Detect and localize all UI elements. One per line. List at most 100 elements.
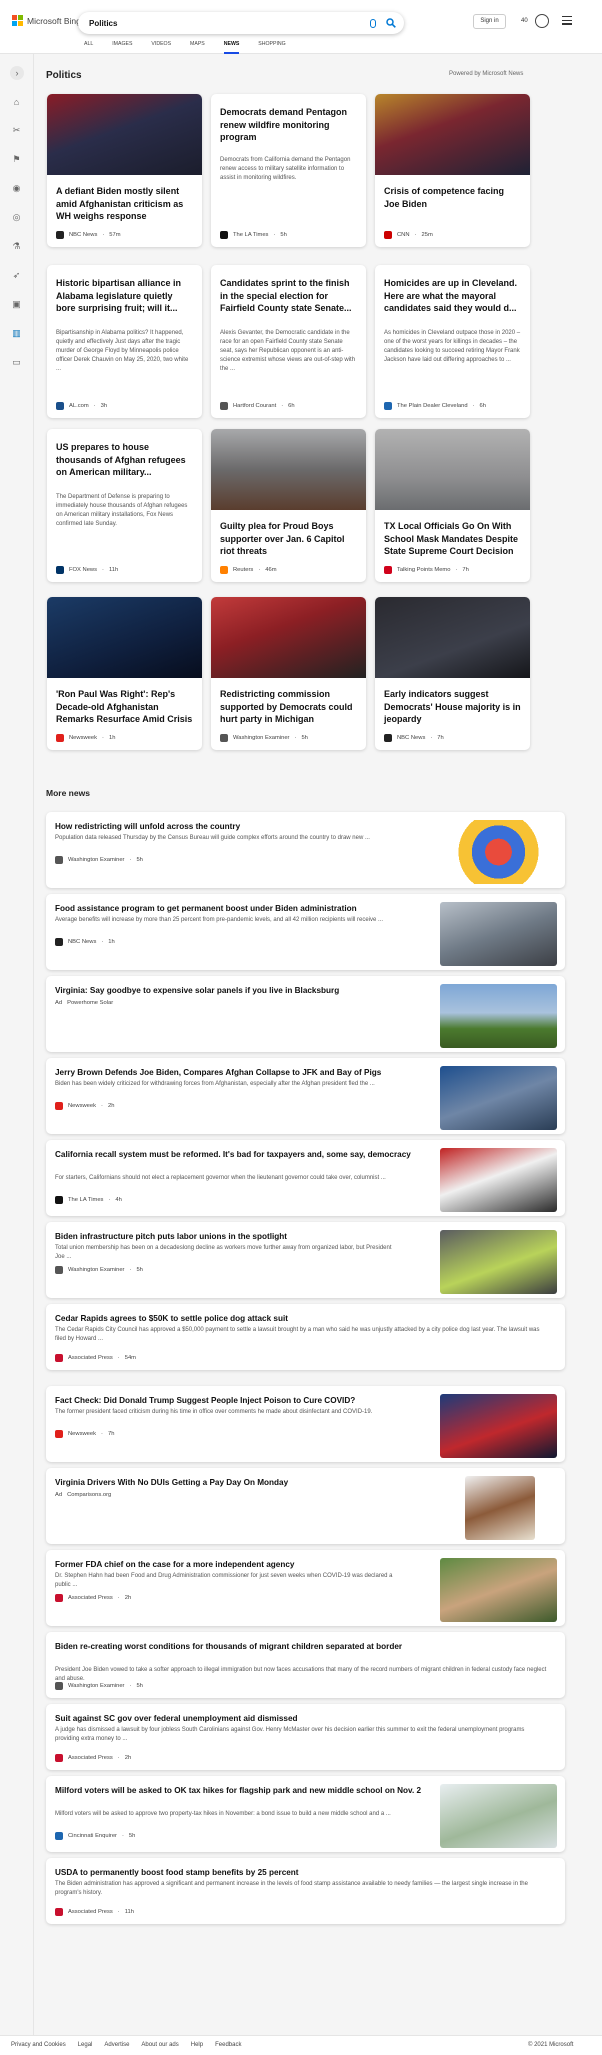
- news-card[interactable]: Homicides are up in Cleveland. Here are …: [375, 265, 530, 418]
- news-headline[interactable]: 'Ron Paul Was Right': Rep's Decade-old A…: [47, 688, 202, 726]
- news-source[interactable]: Washington Examiner · 5h: [55, 1266, 143, 1274]
- news-headline[interactable]: Virginia: Say goodbye to expensive solar…: [55, 985, 425, 997]
- rocket-icon[interactable]: ➶: [11, 270, 22, 281]
- news-headline[interactable]: Milford voters will be asked to OK tax h…: [55, 1785, 425, 1797]
- tab-maps[interactable]: MAPS: [190, 41, 205, 54]
- news-source[interactable]: AL.com · 3h: [56, 402, 107, 410]
- news-source[interactable]: Associated Press · 11h: [55, 1908, 134, 1916]
- news-thumbnail[interactable]: [440, 1230, 557, 1294]
- news-image[interactable]: [211, 597, 366, 678]
- more-news-item[interactable]: How redistricting will unfold across the…: [46, 812, 565, 888]
- more-news-item[interactable]: Food assistance program to get permanent…: [46, 894, 565, 970]
- news-source[interactable]: The Plain Dealer Cleveland · 6h: [384, 402, 486, 410]
- news-thumbnail[interactable]: [440, 1148, 557, 1212]
- news-card[interactable]: Redistricting commission supported by De…: [211, 597, 366, 750]
- news-headline[interactable]: Suit against SC gov over federal unemplo…: [55, 1713, 425, 1725]
- news-source[interactable]: Associated Press · 2h: [55, 1754, 131, 1762]
- news-source[interactable]: The LA Times · 5h: [220, 231, 287, 239]
- chevron-right-icon[interactable]: ›: [10, 66, 24, 80]
- more-news-item[interactable]: Former FDA chief on the case for a more …: [46, 1550, 565, 1626]
- sign-in-button[interactable]: Sign in: [473, 14, 506, 29]
- news-image[interactable]: [375, 597, 530, 678]
- news-thumbnail[interactable]: [440, 984, 557, 1048]
- bing-logo[interactable]: Microsoft Bing: [12, 15, 81, 26]
- news-source[interactable]: NBC News · 57m: [56, 231, 121, 239]
- news-headline[interactable]: Candidates sprint to the finish in the s…: [211, 277, 366, 315]
- news-thumbnail[interactable]: [465, 1476, 535, 1540]
- news-image[interactable]: [47, 94, 202, 175]
- news-headline[interactable]: Fact Check: Did Donald Trump Suggest Peo…: [55, 1395, 425, 1407]
- more-news-item[interactable]: Suit against SC gov over federal unemplo…: [46, 1704, 565, 1770]
- news-headline[interactable]: Early indicators suggest Democrats' Hous…: [375, 688, 530, 726]
- news-source[interactable]: Cincinnati Enquirer · 5h: [55, 1832, 135, 1840]
- search-input[interactable]: Politics: [78, 19, 370, 28]
- news-headline[interactable]: Former FDA chief on the case for a more …: [55, 1559, 425, 1571]
- building-icon[interactable]: ▥: [11, 328, 22, 339]
- more-news-item[interactable]: Fact Check: Did Donald Trump Suggest Peo…: [46, 1386, 565, 1462]
- news-headline[interactable]: Virginia Drivers With No DUIs Getting a …: [55, 1477, 425, 1489]
- footer-link[interactable]: Advertise: [104, 2042, 129, 2048]
- news-card[interactable]: US prepares to house thousands of Afghan…: [47, 429, 202, 582]
- rewards-icon[interactable]: [535, 14, 549, 28]
- news-thumbnail[interactable]: [440, 1066, 557, 1130]
- more-news-item[interactable]: California recall system must be reforme…: [46, 1140, 565, 1216]
- news-card[interactable]: TX Local Officials Go On With School Mas…: [375, 429, 530, 582]
- news-headline[interactable]: Historic bipartisan alliance in Alabama …: [47, 277, 202, 315]
- tab-all[interactable]: ALL: [84, 41, 93, 54]
- news-source[interactable]: Talking Points Memo · 7h: [384, 566, 469, 574]
- news-source[interactable]: Washington Examiner · 5h: [220, 734, 308, 742]
- news-card[interactable]: Early indicators suggest Democrats' Hous…: [375, 597, 530, 750]
- more-news-item[interactable]: USDA to permanently boost food stamp ben…: [46, 1858, 565, 1924]
- search-icon[interactable]: [386, 18, 396, 28]
- tools-icon[interactable]: ✂: [11, 125, 22, 136]
- news-headline[interactable]: How redistricting will unfold across the…: [55, 821, 425, 833]
- news-headline[interactable]: Crisis of competence facing Joe Biden: [375, 185, 530, 210]
- news-headline[interactable]: USDA to permanently boost food stamp ben…: [55, 1867, 425, 1879]
- more-news-item[interactable]: Virginia Drivers With No DUIs Getting a …: [46, 1468, 565, 1544]
- tab-videos[interactable]: VIDEOS: [151, 41, 171, 54]
- home-icon[interactable]: ⌂: [11, 96, 22, 107]
- news-source[interactable]: Newsweek · 1h: [56, 734, 115, 742]
- news-card[interactable]: Historic bipartisan alliance in Alabama …: [47, 265, 202, 418]
- news-headline[interactable]: Jerry Brown Defends Joe Biden, Compares …: [55, 1067, 425, 1079]
- footer-link[interactable]: Help: [191, 2042, 203, 2048]
- news-card[interactable]: 'Ron Paul Was Right': Rep's Decade-old A…: [47, 597, 202, 750]
- globe-icon[interactable]: ◎: [11, 212, 22, 223]
- news-headline[interactable]: Homicides are up in Cleveland. Here are …: [375, 277, 530, 315]
- news-headline[interactable]: TX Local Officials Go On With School Mas…: [375, 520, 530, 558]
- more-news-item[interactable]: Jerry Brown Defends Joe Biden, Compares …: [46, 1058, 565, 1134]
- news-card[interactable]: Candidates sprint to the finish in the s…: [211, 265, 366, 418]
- ad-source[interactable]: Ad Powerhome Solar: [55, 1000, 113, 1006]
- footer-link[interactable]: Legal: [78, 2042, 93, 2048]
- news-source[interactable]: Associated Press · 2h: [55, 1594, 131, 1602]
- more-news-item[interactable]: Milford voters will be asked to OK tax h…: [46, 1776, 565, 1852]
- news-headline[interactable]: US prepares to house thousands of Afghan…: [47, 441, 202, 479]
- news-headline[interactable]: Biden infrastructure pitch puts labor un…: [55, 1231, 425, 1243]
- menu-icon[interactable]: [562, 16, 572, 27]
- news-source[interactable]: NBC News · 7h: [384, 734, 444, 742]
- footer-link[interactable]: Feedback: [215, 2042, 241, 2048]
- news-card[interactable]: Crisis of competence facing Joe Biden CNN…: [375, 94, 530, 247]
- news-headline[interactable]: Redistricting commission supported by De…: [211, 688, 366, 726]
- tab-shopping[interactable]: SHOPPING: [258, 41, 285, 54]
- microscope-icon[interactable]: ⚗: [11, 241, 22, 252]
- news-headline[interactable]: A defiant Biden mostly silent amid Afgha…: [47, 185, 202, 223]
- tab-news[interactable]: NEWS: [223, 41, 240, 54]
- news-thumbnail[interactable]: [440, 1558, 557, 1622]
- footer-link[interactable]: About our ads: [141, 2042, 178, 2048]
- news-source[interactable]: Reuters · 46m: [220, 566, 277, 574]
- money-icon[interactable]: ▭: [11, 357, 22, 368]
- news-thumbnail[interactable]: [440, 1784, 557, 1848]
- news-headline[interactable]: Biden re-creating worst conditions for t…: [55, 1641, 425, 1653]
- flag-icon[interactable]: ⚑: [11, 154, 22, 165]
- news-headline[interactable]: Democrats demand Pentagon renew wildfire…: [211, 106, 366, 144]
- more-news-item[interactable]: Biden re-creating worst conditions for t…: [46, 1632, 565, 1698]
- news-source[interactable]: FOX News · 11h: [56, 566, 118, 574]
- news-source[interactable]: NBC News · 1h: [55, 938, 115, 946]
- rewards-points[interactable]: 40: [521, 18, 528, 24]
- news-card[interactable]: A defiant Biden mostly silent amid Afgha…: [47, 94, 202, 247]
- news-card[interactable]: Democrats demand Pentagon renew wildfire…: [211, 94, 366, 247]
- news-source[interactable]: Washington Examiner · 5h: [55, 1682, 143, 1690]
- news-headline[interactable]: Food assistance program to get permanent…: [55, 903, 425, 915]
- news-headline[interactable]: Cedar Rapids agrees to $50K to settle po…: [55, 1313, 425, 1325]
